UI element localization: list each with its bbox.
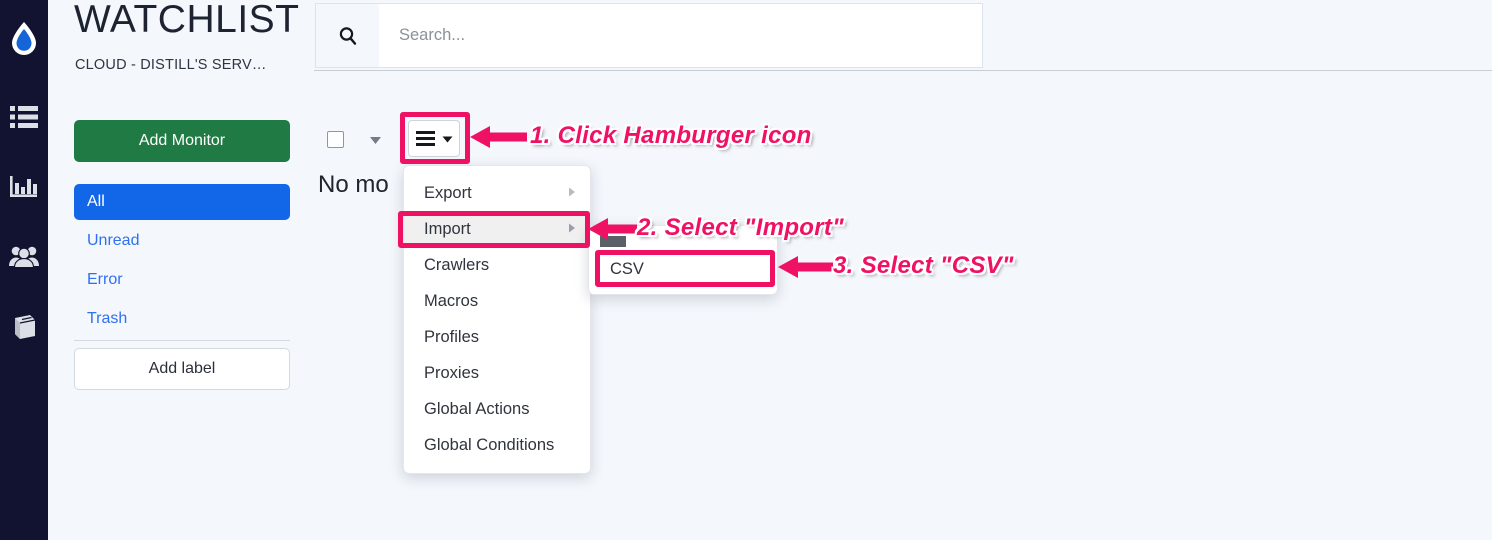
menu-item-label: Global Actions xyxy=(424,399,530,418)
annotation-label-1: 1. Click Hamburger icon xyxy=(530,122,812,149)
submenu-item-csv[interactable]: CSV xyxy=(598,253,770,285)
sidebar-item-all[interactable]: All xyxy=(74,184,290,220)
sidebar-item-label: All xyxy=(87,193,105,210)
submenu-item-label: CSV xyxy=(610,259,644,278)
menu-item-label: Profiles xyxy=(424,327,480,346)
add-label-button[interactable]: Add label xyxy=(74,348,290,390)
sidebar-item-error[interactable]: Error xyxy=(74,262,290,298)
menu-item-label: Crawlers xyxy=(424,255,490,274)
submenu-chevron-right-icon xyxy=(568,184,576,203)
search-input[interactable] xyxy=(379,3,982,68)
header-divider xyxy=(314,70,1492,71)
sidebar-item-label: Unread xyxy=(87,232,140,249)
sidebar-item-unread[interactable]: Unread xyxy=(74,223,290,259)
search-bar xyxy=(315,3,983,68)
menu-item-macros[interactable]: Macros xyxy=(404,283,590,319)
menu-item-crawlers[interactable]: Crawlers xyxy=(404,247,590,283)
menu-item-label: Macros xyxy=(424,291,479,310)
book-icon[interactable] xyxy=(0,305,48,349)
menu-item-export[interactable]: Export xyxy=(404,175,590,211)
sidebar-item-label: Trash xyxy=(87,310,128,327)
menu-item-profiles[interactable]: Profiles xyxy=(404,319,590,355)
hamburger-dropdown-menu: Export Import Crawlers Macros Profiles P… xyxy=(403,165,591,474)
sidebar-item-trash[interactable]: Trash xyxy=(74,301,290,337)
menu-item-global-conditions[interactable]: Global Conditions xyxy=(404,427,590,463)
sidebar-divider xyxy=(74,340,290,341)
page-title: WATCHLIST xyxy=(74,0,300,41)
annotation-label-3: 3. Select "CSV" xyxy=(833,252,1014,279)
team-people-icon[interactable] xyxy=(0,235,48,279)
caret-down-icon xyxy=(442,130,453,148)
list-icon[interactable] xyxy=(0,95,48,139)
account-subtitle: CLOUD - DISTILL'S SERV… xyxy=(75,57,267,73)
menu-item-global-actions[interactable]: Global Actions xyxy=(404,391,590,427)
bar-chart-icon[interactable] xyxy=(0,165,48,209)
menu-item-label: Proxies xyxy=(424,363,480,382)
annotation-arrow-1-icon xyxy=(470,122,528,157)
add-monitor-button[interactable]: Add Monitor xyxy=(74,120,290,162)
app-root: WATCHLIST CLOUD - DISTILL'S SERV… Add Mo… xyxy=(0,0,1492,540)
menu-item-label: Export xyxy=(424,183,472,202)
annotation-label-2: 2. Select "Import" xyxy=(637,214,844,241)
sidebar-item-label: Error xyxy=(87,271,123,288)
select-options-chevron-down-icon[interactable] xyxy=(368,133,383,145)
hamburger-icon xyxy=(415,131,435,146)
submenu-chevron-right-icon xyxy=(568,220,576,239)
menu-item-import[interactable]: Import xyxy=(404,211,590,247)
menu-item-proxies[interactable]: Proxies xyxy=(404,355,590,391)
hamburger-menu-button[interactable] xyxy=(408,120,460,157)
icon-rail xyxy=(0,0,48,540)
menu-item-label: Import xyxy=(424,219,471,238)
annotation-arrow-shadow xyxy=(600,236,626,247)
search-icon[interactable] xyxy=(316,4,379,67)
menu-item-label: Global Conditions xyxy=(424,435,555,454)
distill-water-drop-logo-icon[interactable] xyxy=(0,16,48,60)
annotation-arrow-3-icon xyxy=(778,252,834,287)
empty-list-message: No mo xyxy=(318,171,389,198)
watchlist-sidebar: WATCHLIST CLOUD - DISTILL'S SERV… Add Mo… xyxy=(48,0,314,540)
select-all-checkbox[interactable] xyxy=(327,131,344,148)
